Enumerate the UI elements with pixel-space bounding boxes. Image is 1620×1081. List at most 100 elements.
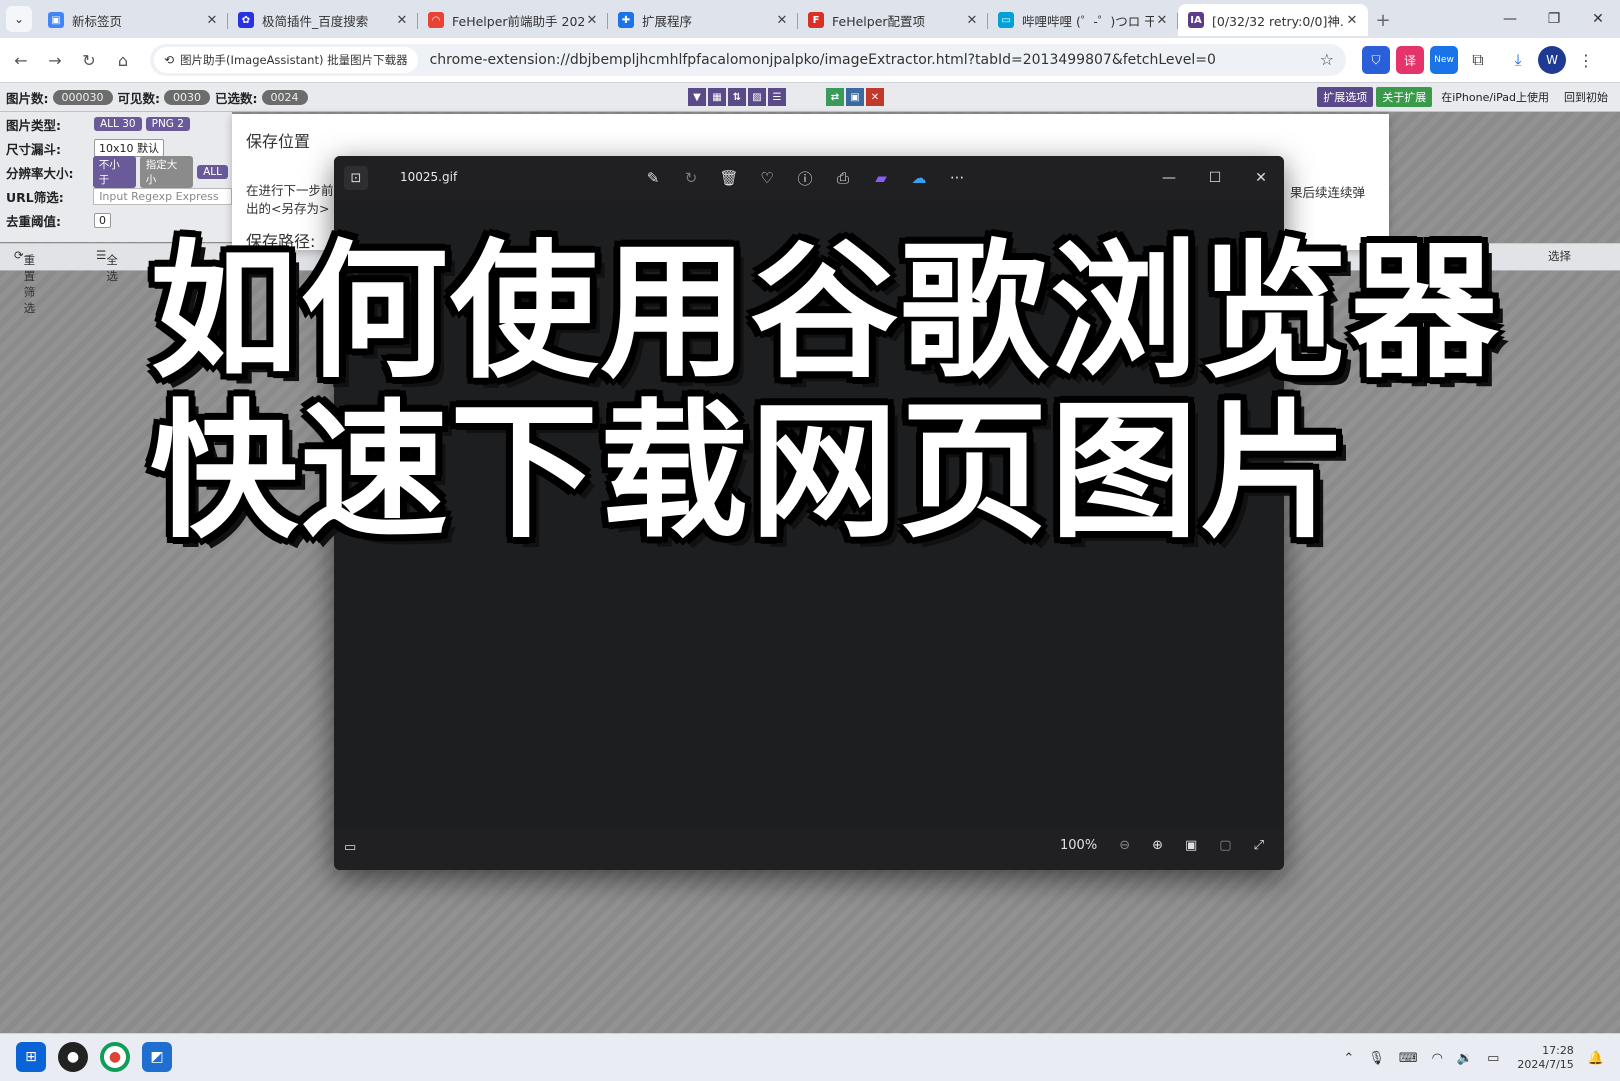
tab-image-assistant[interactable]: IA [0/32/32 retry:0/0]神... ✕ bbox=[1178, 4, 1368, 36]
microphone-icon[interactable]: 🎙 bbox=[1368, 1051, 1385, 1066]
clipchamp-icon[interactable]: ▰ bbox=[862, 166, 900, 190]
zoom-out-icon[interactable]: ⊖ bbox=[1119, 838, 1130, 853]
res-all-tag[interactable]: ALL bbox=[197, 165, 228, 179]
volume-icon[interactable]: 🔉 bbox=[1457, 1051, 1473, 1066]
heart-icon[interactable]: ♡ bbox=[748, 166, 786, 190]
notification-bell-icon[interactable]: 🔔 bbox=[1588, 1051, 1604, 1066]
refilter-button[interactable]: ⟳ 重置筛选 bbox=[14, 248, 35, 315]
tab-fehelper-config[interactable]: F FeHelper配置项 ✕ bbox=[798, 4, 988, 36]
site-info-chip[interactable]: ⟲ 图片助手(ImageAssistant) 批量图片下载器 bbox=[154, 47, 418, 73]
address-bar[interactable]: ⟲ 图片助手(ImageAssistant) 批量图片下载器 chrome-ex… bbox=[150, 44, 1346, 76]
zoom-in-icon[interactable]: ⊕ bbox=[1152, 838, 1163, 853]
tab-baidu[interactable]: ✿ 极简插件_百度搜索 ✕ bbox=[228, 4, 418, 36]
filter-icon[interactable]: ▼ bbox=[688, 88, 706, 106]
back-icon[interactable]: ← bbox=[4, 43, 38, 77]
puzzle-icon[interactable]: ⧉ bbox=[1464, 46, 1492, 74]
site-info-label: 图片助手(ImageAssistant) 批量图片下载器 bbox=[180, 53, 408, 67]
battery-icon[interactable]: ▭ bbox=[1487, 1051, 1499, 1066]
rotate-icon[interactable]: ↻ bbox=[672, 166, 710, 190]
tab-title: 新标签页 bbox=[72, 13, 123, 29]
filter-url-label: URL筛选: bbox=[6, 189, 64, 205]
download-icon[interactable]: ⤓ bbox=[1504, 46, 1532, 74]
system-tray: ⌃ 🎙 ⌨ ◠ 🔉 ▭ 17:28 2024/7/15 🔔 bbox=[1329, 1044, 1604, 1072]
new-badge-icon[interactable]: New bbox=[1430, 46, 1458, 74]
tab-fehelper[interactable]: ◠ FeHelper前端助手 2023 ✕ bbox=[418, 4, 608, 36]
home-icon[interactable]: ⌂ bbox=[106, 43, 140, 77]
about-link[interactable]: 关于扩展 bbox=[1376, 87, 1433, 107]
close-icon[interactable]: ✕ bbox=[204, 13, 220, 28]
close-icon[interactable]: ✕ bbox=[394, 13, 410, 28]
url-regexp-input[interactable]: Input Regexp Express bbox=[93, 187, 232, 205]
close-icon[interactable]: ✕ bbox=[1238, 156, 1284, 200]
new-tab-button[interactable]: + bbox=[1368, 4, 1398, 36]
tab-search-button[interactable]: ⌄ bbox=[6, 6, 32, 32]
onedrive-cloud-icon[interactable]: ☁ bbox=[900, 166, 938, 190]
res-min-tag[interactable]: 不小于 bbox=[92, 156, 136, 188]
filmstrip-icon[interactable]: ▭ bbox=[344, 840, 356, 855]
more-menu-icon[interactable]: ⋮ bbox=[1572, 46, 1600, 74]
tab-title: 极简插件_百度搜索 bbox=[262, 13, 369, 29]
maximize-icon[interactable]: ☐ bbox=[1192, 156, 1238, 200]
chevron-up-icon[interactable]: ⌃ bbox=[1343, 1051, 1354, 1066]
sort-icon[interactable]: ⇅ bbox=[728, 88, 746, 106]
shield-icon[interactable]: ⛉ bbox=[1362, 46, 1390, 74]
bookmark-star-icon[interactable]: ☆ bbox=[1320, 50, 1334, 69]
url-text[interactable]: chrome-extension://dbjbempljhcmhlfpfacal… bbox=[430, 52, 1216, 68]
close-icon[interactable]: ✕ bbox=[964, 13, 980, 28]
bilibili-icon: ▭ bbox=[998, 12, 1014, 28]
type-png-tag[interactable]: PNG 2 bbox=[145, 117, 190, 131]
iphone-link[interactable]: 在iPhone/iPad上使用 bbox=[1435, 87, 1555, 107]
download-select-button[interactable]: 选择 bbox=[1548, 248, 1571, 264]
restore-icon[interactable]: ❐ bbox=[1532, 0, 1576, 38]
more-icon[interactable]: ··· bbox=[938, 166, 976, 190]
avatar[interactable]: W bbox=[1538, 46, 1566, 74]
ime-icon[interactable]: ⌨ bbox=[1399, 1051, 1418, 1066]
minimize-icon[interactable]: — bbox=[1146, 156, 1192, 200]
size-select[interactable]: 10x10 默认 bbox=[94, 139, 165, 157]
close-icon[interactable]: ✕ bbox=[774, 13, 790, 28]
trash-icon[interactable]: 🗑 bbox=[710, 166, 748, 190]
forward-icon[interactable]: → bbox=[38, 43, 72, 77]
actual-size-icon[interactable]: ▢ bbox=[1219, 838, 1231, 853]
dedupe-select[interactable]: 0 bbox=[94, 212, 111, 228]
chrome-icon[interactable]: ● bbox=[100, 1042, 130, 1072]
browser-tabstrip: ⌄ ▣ 新标签页 ✕ ✿ 极简插件_百度搜索 ✕ ◠ FeHelper前端助手 … bbox=[0, 0, 1620, 38]
app-icon[interactable]: ● bbox=[58, 1042, 88, 1072]
translate-icon[interactable]: 译 bbox=[1396, 46, 1424, 74]
fullscreen-icon[interactable]: ⤢ bbox=[1254, 838, 1264, 853]
select-all-button[interactable]: ☰ 全选 bbox=[96, 248, 118, 283]
images-count: 000030 bbox=[52, 89, 113, 105]
list-icon[interactable]: ☰ bbox=[768, 88, 786, 106]
image-icon[interactable]: ▨ bbox=[748, 88, 766, 106]
close-icon[interactable]: ✕ bbox=[584, 13, 600, 28]
tab-extensions[interactable]: ✚ 扩展程序 ✕ bbox=[608, 4, 798, 36]
windows-start-icon[interactable]: ⊞ bbox=[16, 1042, 46, 1072]
minimize-icon[interactable]: — bbox=[1488, 0, 1532, 38]
ext-options-link[interactable]: 扩展选项 bbox=[1317, 87, 1374, 107]
photos-app-icon: ⊡ bbox=[344, 166, 368, 190]
reload-icon[interactable]: ↻ bbox=[72, 43, 106, 77]
top-links: 扩展选项 关于扩展 在iPhone/iPad上使用 回到初始 bbox=[1314, 87, 1614, 107]
grid-icon[interactable]: ▦ bbox=[708, 88, 726, 106]
print-icon[interactable]: ⎙ bbox=[824, 166, 862, 190]
info-icon[interactable]: ⓘ bbox=[786, 166, 824, 190]
reset-link[interactable]: 回到初始 bbox=[1558, 87, 1614, 107]
zoom-level: 100% bbox=[1060, 838, 1098, 853]
tab-list: ▣ 新标签页 ✕ ✿ 极简插件_百度搜索 ✕ ◠ FeHelper前端助手 20… bbox=[38, 4, 1398, 38]
tab-bilibili[interactable]: ▭ 哔哩哔哩 (゜-゜)つロ 干杯 ✕ bbox=[988, 4, 1178, 36]
close-window-icon[interactable]: ✕ bbox=[1576, 0, 1620, 38]
tab-new-tab[interactable]: ▣ 新标签页 ✕ bbox=[38, 4, 228, 36]
wifi-icon[interactable]: ◠ bbox=[1432, 1051, 1443, 1066]
swap-icon[interactable]: ⇄ bbox=[826, 88, 844, 106]
res-custom-tag[interactable]: 指定大小 bbox=[139, 156, 194, 188]
delete-icon[interactable]: ✕ bbox=[866, 88, 884, 106]
edit-icon[interactable]: ✎ bbox=[634, 166, 672, 190]
system-clock[interactable]: 17:28 2024/7/15 bbox=[1517, 1044, 1573, 1072]
photos-icon[interactable]: ◩ bbox=[142, 1042, 172, 1072]
close-icon[interactable]: ✕ bbox=[1344, 13, 1360, 28]
save-icon[interactable]: ▣ bbox=[846, 88, 864, 106]
close-icon[interactable]: ✕ bbox=[1154, 13, 1170, 28]
visible-count-label: 可见数: bbox=[117, 90, 161, 106]
type-all-tag[interactable]: ALL 30 bbox=[94, 117, 142, 131]
fit-window-icon[interactable]: ▣ bbox=[1185, 838, 1197, 853]
